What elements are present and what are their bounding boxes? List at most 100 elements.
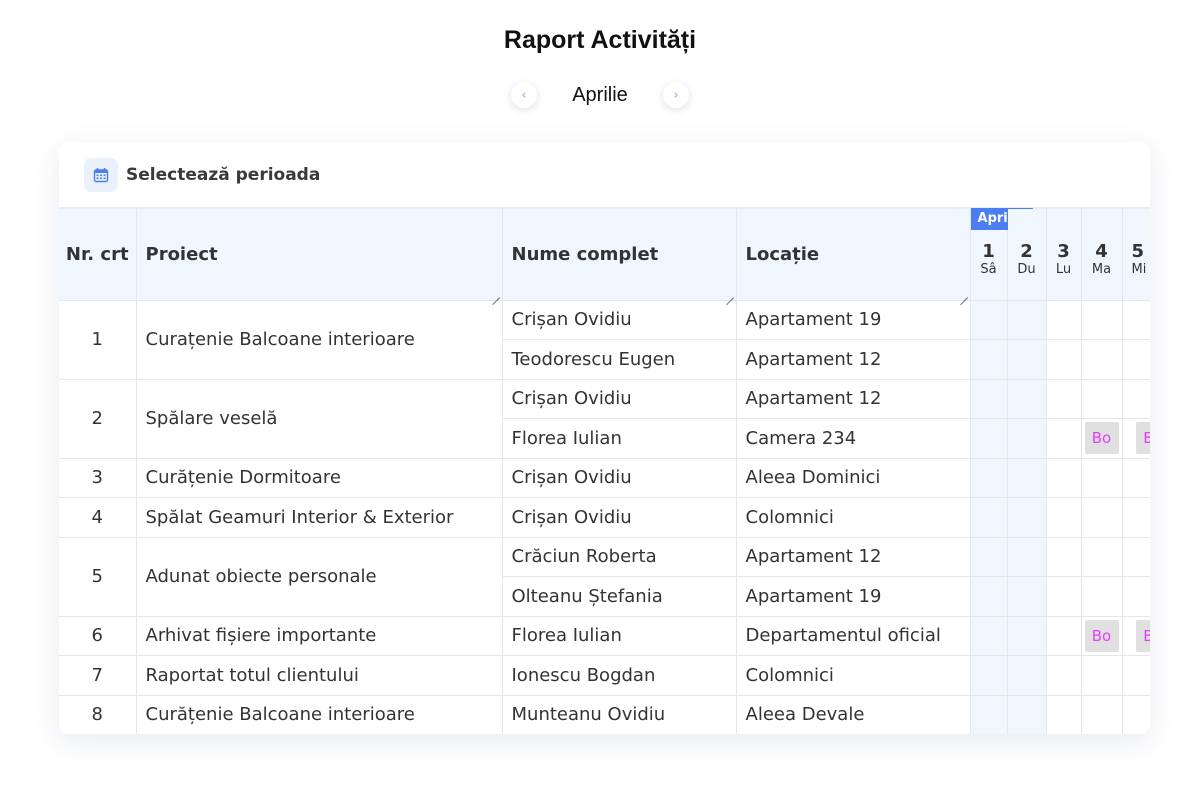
day-cell[interactable] [1081,695,1123,734]
day-cell[interactable] [1081,339,1123,380]
day-cell[interactable] [1046,379,1082,419]
day-cell[interactable] [970,300,1008,340]
day-cell[interactable] [1122,497,1150,538]
day-header: 3 Lu [1046,209,1082,301]
day-cell[interactable] [1007,379,1047,419]
day-cell[interactable] [1081,655,1123,696]
day-cell[interactable]: Bo [1081,616,1123,656]
day-cell[interactable] [1007,576,1047,617]
day-cell[interactable] [1046,695,1082,734]
project-cell: Spălat Geamuri Interior & Exterior [136,497,503,538]
day-cell[interactable] [970,695,1008,734]
day-cell[interactable] [970,339,1008,380]
day-cell[interactable] [1007,655,1047,696]
day-cell[interactable] [1081,379,1123,419]
name-cell: Crișan Ovidiu [502,300,737,340]
day-cell[interactable] [1007,695,1047,734]
day-cell[interactable] [1081,537,1123,577]
day-header: 2 Du [1007,209,1047,301]
column-resize-handle[interactable] [492,290,500,298]
day-cell[interactable] [970,537,1008,577]
day-cell[interactable] [1046,339,1082,380]
day-cell[interactable] [1007,418,1047,459]
location-cell: Departamentul oficial [736,616,971,656]
row-number: 3 [59,458,137,498]
location-cell: Apartament 19 [736,300,971,340]
name-cell: Crișan Ovidiu [502,458,737,498]
day-cell[interactable] [1007,458,1047,498]
day-cell[interactable] [970,655,1008,696]
day-cell[interactable] [1081,497,1123,538]
day-header: Aprilie 1 Sâ [970,208,1033,301]
table-row[interactable]: 1 Curațenie Balcoane interioare Crișan Ovi… [59,300,1150,380]
day-cell[interactable] [1081,576,1123,617]
day-cell[interactable] [1007,300,1047,340]
day-cell[interactable] [970,616,1008,656]
activity-table: Nr. crt Proiect Nume complet Locație Apr… [59,208,1150,734]
row-number: 7 [59,655,137,696]
day-cell[interactable] [1122,695,1150,734]
day-cell[interactable] [1122,537,1150,577]
table-row[interactable]: 4 Spălat Geamuri Interior & Exterior Crișa… [59,497,1150,538]
day-cell[interactable] [1007,339,1047,380]
day-cell[interactable] [1007,616,1047,656]
day-cell[interactable] [1046,458,1082,498]
day-cell[interactable] [1046,497,1082,538]
day-cell[interactable] [970,458,1008,498]
select-period-label: Selectează perioada [126,164,321,185]
column-resize-handle[interactable] [960,290,968,298]
day-cell[interactable] [1007,497,1047,538]
day-cell[interactable]: Bo [1122,418,1150,459]
day-cell[interactable] [1122,339,1150,380]
project-cell: Curățenie Balcoane interioare [136,695,503,734]
day-cell[interactable] [1046,418,1082,459]
table-row[interactable]: 3 Curățenie Dormitoare Crișan Ovidiu Aleea … [59,458,1150,498]
day-cell[interactable] [1046,537,1082,577]
table-row[interactable]: 7 Raportat totul clientului Ionescu Bogdan… [59,655,1150,696]
day-cell[interactable]: Bo [1122,616,1150,656]
select-period-button[interactable]: Selectează perioada [84,157,321,192]
day-cell[interactable] [970,379,1008,419]
table-row[interactable]: 6 Arhivat fișiere importante Florea Iulian… [59,616,1150,656]
activity-badge[interactable]: Bo [1136,422,1150,455]
day-cell[interactable] [1046,655,1082,696]
name-cell: Crăciun Roberta [502,537,737,577]
page-title: Raport Activități [503,26,697,54]
month-navigator: ‹ Aprilie › [0,82,1200,108]
chevron-right-icon: › [673,87,679,103]
day-cell[interactable] [970,497,1008,538]
row-number: 5 [59,537,137,617]
project-cell: Arhivat fișiere importante [136,616,503,656]
day-cell[interactable] [1046,300,1082,340]
toolbar: Selectează perioada [59,142,1150,209]
prev-month-button[interactable]: ‹ [511,82,537,108]
activity-badge[interactable]: Bo [1136,619,1150,652]
name-cell: Crișan Ovidiu [502,379,737,419]
column-header-project: Proiect [136,209,503,301]
day-cell[interactable] [1046,576,1082,617]
day-cell[interactable] [1122,576,1150,617]
day-cell[interactable] [1081,458,1123,498]
next-month-button[interactable]: › [663,82,689,108]
table-row[interactable]: 8 Curățenie Balcoane interioare Munteanu O… [59,695,1150,734]
name-cell: Ionescu Bogdan [502,655,737,696]
day-cell[interactable] [970,418,1008,459]
day-cell[interactable] [1122,655,1150,696]
column-resize-handle[interactable] [726,290,734,298]
day-cell[interactable] [1007,537,1047,577]
day-cell[interactable] [1122,379,1150,419]
day-cell[interactable] [1122,300,1150,340]
day-cell[interactable] [970,576,1008,617]
location-cell: Apartament 12 [736,379,971,419]
day-cell[interactable] [1122,458,1150,498]
table-row[interactable]: 5 Adunat obiecte personale Crăciun Roberta… [59,537,1150,617]
day-cell[interactable]: Bo [1081,418,1123,459]
table-row[interactable]: 2 Spălare veselă Crișan Ovidiu Apartament 1… [59,379,1150,459]
day-cell[interactable] [1081,300,1123,340]
column-header-name: Nume complet [502,209,737,301]
project-cell: Curațenie Balcoane interioare [136,300,503,380]
day-cell[interactable] [1046,616,1082,656]
activity-badge[interactable]: Bo [1084,619,1119,652]
column-header-nr: Nr. crt [59,209,137,301]
activity-badge[interactable]: Bo [1084,422,1119,455]
